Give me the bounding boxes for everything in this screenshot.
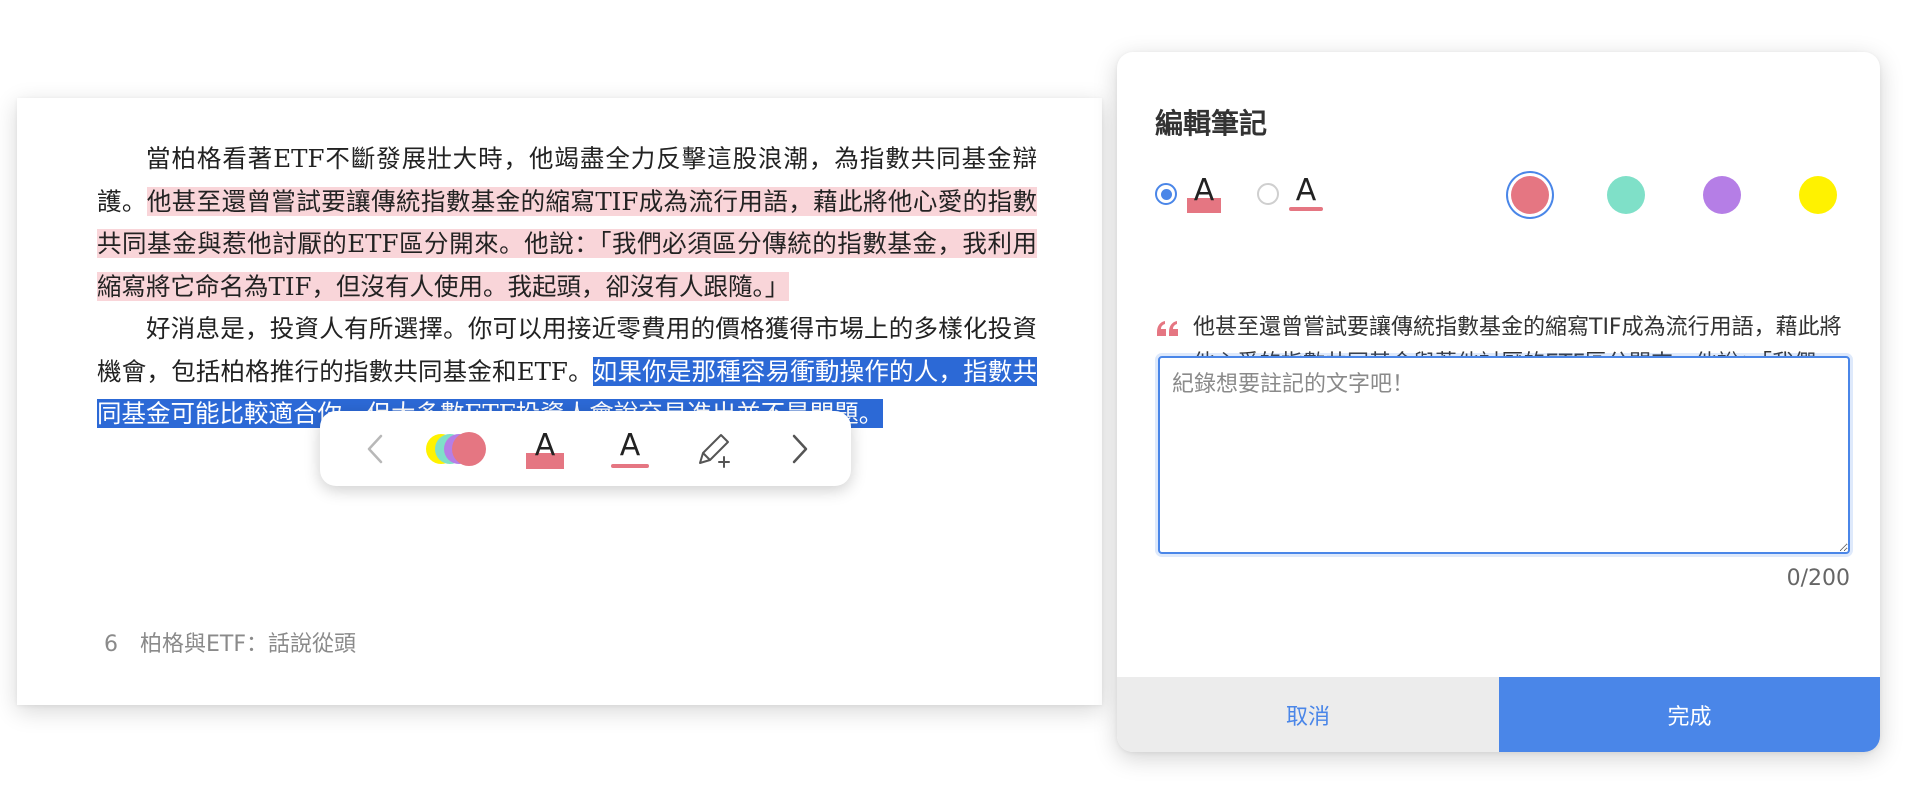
page-footer: 6 柏格與ETF：話說從頭 (104, 626, 356, 658)
underline-button[interactable]: A (600, 411, 660, 486)
add-note-button[interactable] (685, 411, 745, 486)
style-option-underline[interactable]: A (1257, 170, 1323, 218)
book-page: 當柏格看著ETF不斷發展壯大時，他竭盡全力反擊這股浪潮，為指數共同基金辯護。他甚… (17, 98, 1102, 705)
done-button[interactable]: 完成 (1499, 677, 1880, 752)
color-swatch-purple[interactable] (1703, 176, 1741, 214)
pen-plus-icon (699, 433, 730, 468)
chevron-left-icon (367, 434, 383, 463)
selection-toolbar: A A (320, 411, 851, 486)
highlight-style-icon: A (1187, 175, 1221, 213)
underline-icon: A (611, 428, 649, 469)
quote-icon (1157, 321, 1178, 336)
style-radio-underline[interactable] (1257, 183, 1279, 205)
book-text: 當柏格看著ETF不斷發展壯大時，他竭盡全力反擊這股浪潮，為指數共同基金辯護。他甚… (97, 138, 1038, 436)
color-stack-icon (426, 431, 486, 466)
panel-title: 編輯筆記 (1155, 107, 1268, 140)
char-counter: 0/200 (1786, 566, 1850, 591)
highlight-icon: A (526, 428, 564, 469)
style-radio-highlight[interactable] (1155, 183, 1177, 205)
edit-note-panel: 編輯筆記 A A 他甚至還曾嘗試要讓傳統指數基金的縮寫TIF成為流行用語，藉此將… (1117, 52, 1880, 752)
paragraph-1: 當柏格看著ETF不斷發展壯大時，他竭盡全力反擊這股浪潮，為指數共同基金辯護。他甚… (97, 138, 1038, 308)
color-picker-button[interactable] (420, 411, 496, 486)
page-number: 6 (104, 632, 118, 657)
color-swatch-pink[interactable] (1511, 176, 1549, 214)
prev-button[interactable] (350, 411, 400, 486)
underline-style-icon: A (1289, 175, 1323, 213)
style-option-highlight[interactable]: A (1155, 170, 1221, 218)
cancel-button[interactable]: 取消 (1117, 677, 1499, 752)
highlighted-passage[interactable]: 他甚至還曾嘗試要讓傳統指數基金的縮寫TIF成為流行用語，藉此將他心愛的指數共同基… (97, 186, 1038, 301)
chapter-title: 柏格與ETF：話說從頭 (140, 632, 356, 657)
color-swatch-teal[interactable] (1607, 176, 1645, 214)
note-input[interactable] (1158, 356, 1850, 554)
color-swatch-yellow[interactable] (1799, 176, 1837, 214)
next-button[interactable] (775, 411, 825, 486)
highlight-button[interactable]: A (515, 411, 575, 486)
chevron-right-icon (792, 434, 808, 463)
